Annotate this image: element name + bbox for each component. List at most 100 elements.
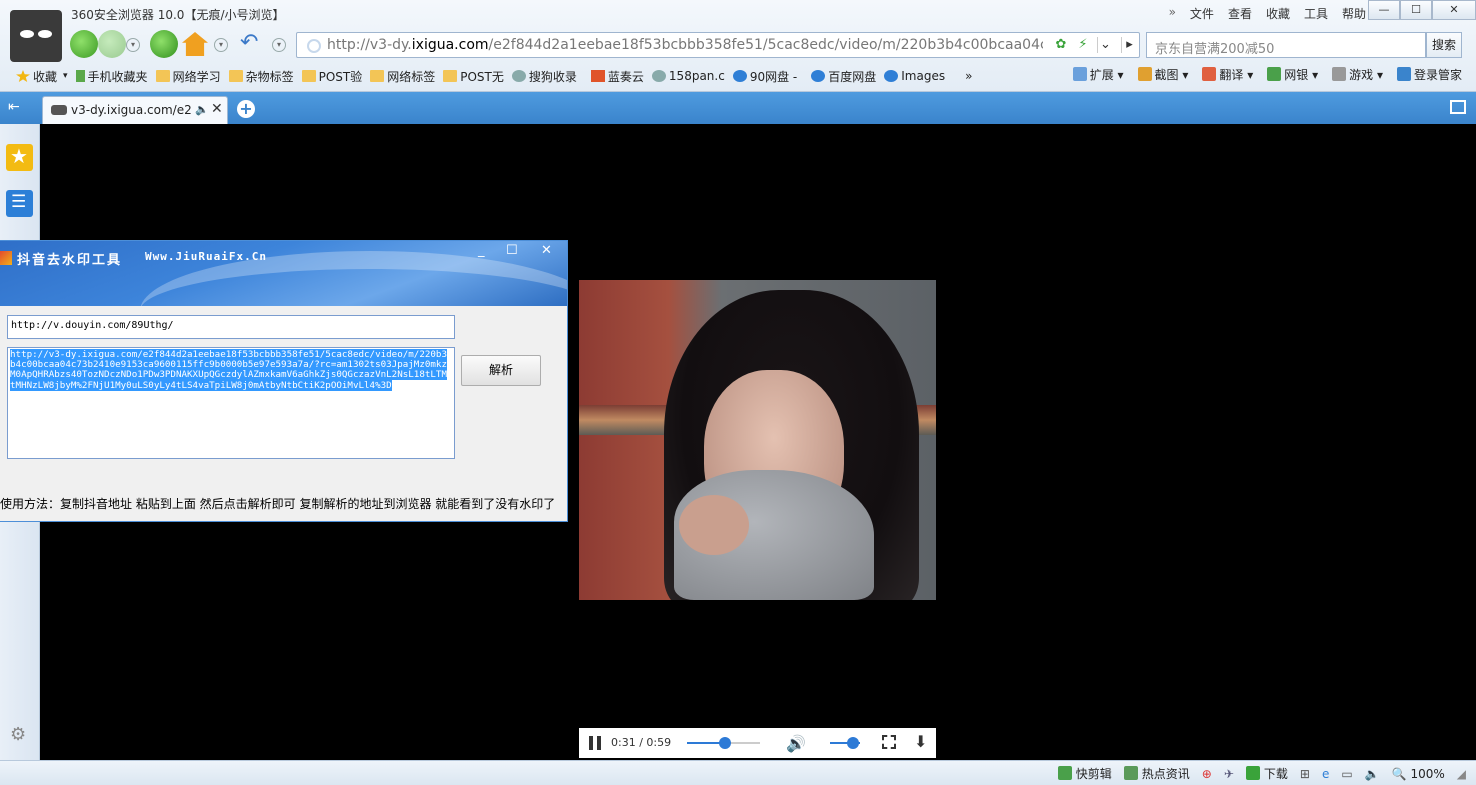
fullscreen-icon[interactable] — [882, 735, 896, 749]
home-button[interactable] — [182, 32, 208, 56]
speaker-icon[interactable]: 🔈 — [195, 103, 209, 116]
status-bar-items: 快剪辑 热点资讯 ⊕ ✈ 下载 ⊞ e ▭ 🔈 🔍 100% ◢ — [1057, 765, 1466, 782]
new-tab-button[interactable]: + — [237, 100, 255, 118]
shield-icon — [1267, 67, 1282, 81]
parsed-url-output[interactable]: http://v3-dy.ixigua.com/e2f844d2a1eebae1… — [7, 347, 455, 459]
folder-icon — [228, 70, 243, 82]
games-button[interactable]: 游戏 ▾ — [1332, 66, 1383, 83]
login-manager-button[interactable]: 登录管家 — [1396, 66, 1462, 83]
video-frame[interactable] — [579, 280, 936, 600]
sogou-icon — [511, 70, 526, 82]
bookmark-folder-learning[interactable]: 网络学习 — [155, 68, 221, 85]
undo-close-tab-icon[interactable]: ↶ — [240, 32, 266, 56]
reading-list-sidebar-icon[interactable] — [6, 190, 33, 217]
zoom-control[interactable]: 🔍 100% — [1392, 767, 1445, 781]
phone-icon — [75, 70, 85, 82]
screenshot-button[interactable]: 截图 ▾ — [1137, 66, 1188, 83]
volume-icon[interactable]: 🔊 — [786, 734, 806, 753]
bookmark-folder-network[interactable]: 网络标签 — [370, 68, 435, 85]
forward-button[interactable] — [98, 30, 126, 58]
speed-mode-icon[interactable]: ⚡ — [1075, 37, 1091, 53]
home-dropdown-icon[interactable]: ▾ — [214, 38, 228, 52]
status-bar: 快剪辑 热点资讯 ⊕ ✈ 下载 ⊞ e ▭ 🔈 🔍 100% ◢ — [0, 760, 1476, 785]
undo-dropdown-icon[interactable]: ▾ — [272, 38, 286, 52]
sound-icon[interactable]: 🔈 — [1365, 767, 1380, 781]
downloads-button[interactable]: 下载 — [1245, 765, 1288, 782]
extensions-button[interactable]: 扩展 ▾ — [1072, 66, 1124, 83]
download-icon[interactable]: ⬇ — [914, 732, 927, 751]
extensions-bar: 扩展 ▾ 截图 ▾ 翻译 ▾ 网银 ▾ 游戏 ▾ 登录管家 — [1072, 66, 1462, 83]
menu-more[interactable]: » — [1169, 5, 1176, 22]
search-input[interactable]: 京东自营满200减50 — [1146, 32, 1426, 58]
dialog-maximize-icon[interactable]: ☐ — [506, 243, 518, 258]
record-icon[interactable]: ⊕ — [1202, 767, 1212, 781]
ie-icon[interactable]: e — [1322, 767, 1329, 781]
sidebar-toggle-icon[interactable]: ⇤ — [8, 100, 26, 114]
parse-button[interactable]: 解析 — [461, 355, 541, 386]
bookmark-folder-post-none[interactable]: POST无 — [443, 68, 504, 85]
window-icon[interactable]: ▭ — [1341, 767, 1352, 781]
refresh-button[interactable] — [150, 30, 178, 58]
address-bar[interactable]: http://v3-dy.ixigua.com/e2f844d2a1eebae1… — [296, 32, 1140, 58]
menu-tools[interactable]: 工具 — [1304, 5, 1328, 22]
volume-handle[interactable] — [847, 737, 860, 749]
toolbar-icon[interactable]: ⊞ — [1300, 767, 1310, 781]
search-placeholder: 京东自营满200减50 — [1155, 42, 1275, 57]
bookmarks-overflow[interactable]: » — [965, 69, 972, 83]
settings-gear-icon[interactable]: ⚙ — [10, 724, 30, 745]
favorites-sidebar-icon[interactable] — [6, 144, 33, 171]
bookmark-favorites[interactable]: 收藏 ▾ — [16, 68, 68, 85]
clip-icon — [1057, 766, 1072, 780]
search-button[interactable]: 搜索 — [1426, 32, 1462, 58]
seek-handle[interactable] — [718, 737, 731, 749]
menu-file[interactable]: 文件 — [1190, 5, 1214, 22]
close-button[interactable]: ✕ — [1432, 0, 1476, 20]
parsed-url-text: http://v3-dy.ixigua.com/e2f844d2a1eebae1… — [10, 349, 447, 391]
quick-edit-button[interactable]: 快剪辑 — [1057, 765, 1112, 782]
images-icon — [884, 70, 899, 82]
dialog-minimize-icon[interactable]: _ — [478, 243, 485, 258]
menu-view[interactable]: 查看 — [1228, 5, 1252, 22]
bookmark-lanzou[interactable]: 蓝奏云 — [590, 68, 644, 85]
dialog-close-icon[interactable]: ✕ — [541, 243, 552, 258]
bookmark-90pan[interactable]: 90网盘 - — [732, 68, 797, 85]
douyin-url-input[interactable]: http://v.douyin.com/89Uthg/ — [7, 315, 455, 339]
tab-strip: ⇤ v3-dy.ixigua.com/e2 🔈 ✕ + — [0, 92, 1476, 124]
maximize-button[interactable]: ☐ — [1400, 0, 1432, 20]
bookmark-mobile[interactable]: 手机收藏夹 — [75, 68, 148, 85]
pin-icon[interactable]: ✈ — [1224, 767, 1234, 781]
bookmark-baidupan[interactable]: 百度网盘 — [811, 68, 876, 85]
menu-favorites[interactable]: 收藏 — [1266, 5, 1290, 22]
page-info-icon[interactable] — [307, 39, 321, 53]
browser-logo[interactable] — [10, 10, 62, 62]
bookmark-sogou[interactable]: 搜狗收录 — [511, 68, 577, 85]
pause-icon[interactable] — [589, 736, 601, 750]
tab-list-icon[interactable] — [1450, 100, 1466, 114]
key-icon — [1396, 67, 1411, 81]
history-dropdown-icon[interactable]: ▾ — [126, 38, 140, 52]
compatibility-mode-icon[interactable]: ✿ — [1053, 37, 1069, 53]
ebank-button[interactable]: 网银 ▾ — [1267, 66, 1318, 83]
bookmark-folder-misc[interactable]: 杂物标签 — [228, 68, 294, 85]
video-controls: 0:31 / 0:59 🔊 ⬇ — [579, 728, 936, 758]
cloud-icon — [651, 70, 666, 82]
folder-icon — [155, 70, 170, 82]
menu-help[interactable]: 帮助 — [1342, 5, 1366, 22]
translate-button[interactable]: 翻译 ▾ — [1202, 66, 1253, 83]
window-controls: — ☐ ✕ — [1368, 0, 1476, 20]
address-dropdown-icon[interactable]: ⌄ — [1097, 37, 1113, 53]
dialog-titlebar[interactable]: 抖音去水印工具 Www.JiuRuaiFx.Cn _ ☐ ✕ — [0, 241, 567, 306]
tab-close-icon[interactable]: ✕ — [211, 101, 223, 117]
hot-news-button[interactable]: 热点资讯 — [1123, 765, 1190, 782]
bookmark-158pan[interactable]: 158pan.c — [651, 69, 725, 83]
seek-bar[interactable] — [687, 737, 760, 749]
back-button[interactable] — [70, 30, 98, 58]
go-icon[interactable]: ▸ — [1121, 37, 1137, 53]
bookmark-folder-post-verify[interactable]: POST验 — [301, 68, 362, 85]
bookmark-images[interactable]: Images — [884, 69, 945, 83]
download-arrow-icon — [1245, 766, 1260, 780]
address-url[interactable]: http://v3-dy.ixigua.com/e2f844d2a1eebae1… — [327, 37, 1043, 53]
minimize-button[interactable]: — — [1368, 0, 1400, 20]
volume-bar[interactable] — [830, 737, 860, 749]
tab-active[interactable]: v3-dy.ixigua.com/e2 🔈 ✕ — [42, 96, 228, 124]
